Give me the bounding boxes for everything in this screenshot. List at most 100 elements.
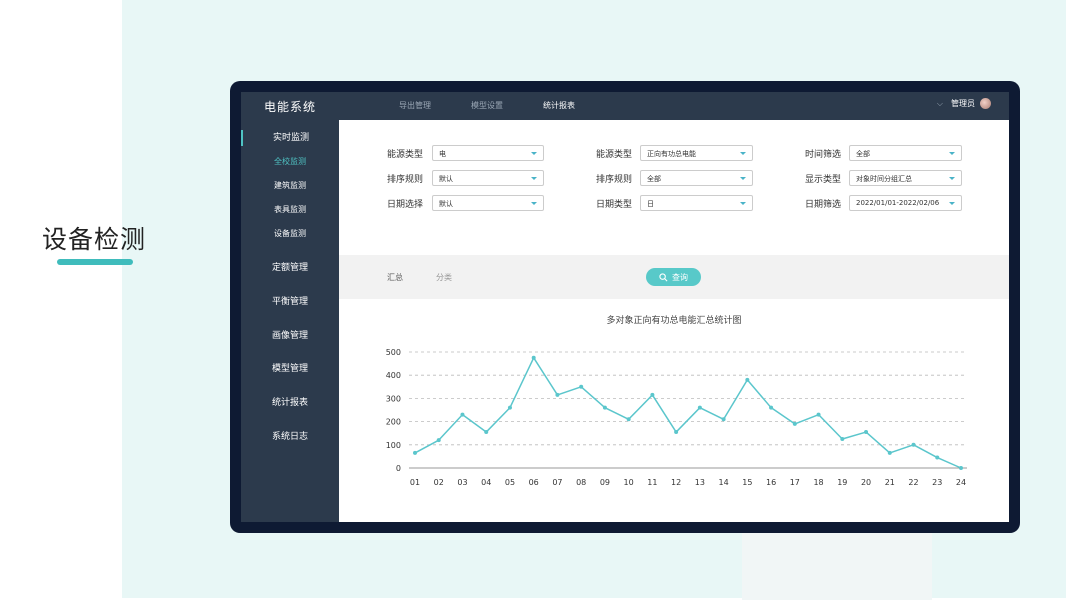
data-point <box>792 421 797 426</box>
sidebar-item-realtime-monitoring[interactable]: 实时监测 <box>241 130 339 146</box>
x-tick-label: 06 <box>529 478 539 487</box>
select-value: 全部 <box>647 175 661 183</box>
caret-down-icon <box>531 152 537 155</box>
x-tick-label: 23 <box>932 478 942 487</box>
x-tick-label: 18 <box>813 478 823 487</box>
y-tick-label: 200 <box>386 418 401 427</box>
sidebar-item-statistics-report[interactable]: 统计报表 <box>241 395 339 408</box>
search-icon <box>659 272 668 281</box>
x-tick-label: 01 <box>410 478 420 487</box>
x-tick-label: 05 <box>505 478 515 487</box>
sidebar: 实时监测 全校监测 建筑监测 表具监测 设备监测 定额管理 平衡管理 画像管理 … <box>241 120 339 522</box>
x-tick-label: 08 <box>576 478 586 487</box>
x-tick-label: 04 <box>481 478 491 487</box>
date-range-select[interactable]: 2022/01/01-2022/02/06 <box>849 195 962 211</box>
chevron-down-icon: ⌵ <box>936 98 943 108</box>
data-point <box>531 355 536 360</box>
tab-summary[interactable]: 汇总 <box>387 272 403 283</box>
y-tick-label: 400 <box>386 371 401 380</box>
caret-down-icon <box>740 152 746 155</box>
data-point <box>959 466 963 470</box>
x-tick-label: 10 <box>624 478 634 487</box>
x-tick-label: 09 <box>600 478 610 487</box>
avatar <box>980 98 991 109</box>
data-point <box>555 392 560 397</box>
nav-model-settings[interactable]: 模型设置 <box>471 100 503 111</box>
app-title: 电能系统 <box>264 100 317 114</box>
data-point <box>745 377 750 382</box>
data-point <box>840 437 845 441</box>
data-point <box>887 450 892 455</box>
data-point <box>460 412 465 417</box>
select-value: 对象时间分组汇总 <box>856 175 912 183</box>
caret-down-icon <box>949 152 955 155</box>
caret-down-icon <box>740 177 746 180</box>
data-point <box>436 438 441 443</box>
x-tick-label: 24 <box>956 478 966 487</box>
data-point <box>721 417 726 422</box>
caret-down-icon <box>740 202 746 205</box>
sidebar-item-building-monitoring[interactable]: 建筑监测 <box>241 180 339 191</box>
slide-heading: 设备检测 <box>42 225 147 254</box>
x-tick-label: 15 <box>742 478 752 487</box>
time-filter-select[interactable]: 全部 <box>849 145 962 161</box>
select-value: 全部 <box>856 150 870 158</box>
date-select[interactable]: 默认 <box>432 195 544 211</box>
nav-statistics-report[interactable]: 统计报表 <box>543 100 575 111</box>
x-tick-label: 14 <box>719 478 729 487</box>
display-type-select[interactable]: 对象时间分组汇总 <box>849 170 962 186</box>
data-point <box>864 430 869 435</box>
line-chart: 0 100 200 300 400 500 01 02 03 04 05 06 07 08 09 10 11 12… <box>386 348 967 487</box>
top-navbar: 电能系统 导出管理 模型设置 统计报表 ⌵ 管理员 <box>241 92 1009 120</box>
sidebar-item-device-monitoring[interactable]: 设备监测 <box>241 228 339 239</box>
chart-title: 多对象正向有功总电能汇总统计图 <box>606 316 742 326</box>
x-tick-label: 07 <box>552 478 562 487</box>
data-point <box>413 450 417 455</box>
user-name: 管理员 <box>951 99 975 108</box>
x-tick-label: 12 <box>671 478 681 487</box>
tab-category[interactable]: 分类 <box>436 272 452 283</box>
y-tick-label: 0 <box>396 464 401 473</box>
caret-down-icon <box>949 202 955 205</box>
x-tick-label: 02 <box>434 478 444 487</box>
y-tick-label: 500 <box>386 348 401 357</box>
x-tick-label: 13 <box>695 478 705 487</box>
sidebar-item-meter-monitoring[interactable]: 表具监测 <box>241 204 339 215</box>
filter-label-sort-rule: 排序规则 <box>387 175 424 185</box>
y-tick-label: 300 <box>386 394 401 403</box>
query-button[interactable]: 查询 <box>646 268 701 286</box>
data-point <box>697 405 702 410</box>
filter-label-time-filter: 时间筛选 <box>805 150 842 160</box>
filter-label-date-type: 日期类型 <box>596 200 633 210</box>
select-value: 日 <box>647 200 654 208</box>
filter-label-energy-type: 能源类型 <box>387 150 424 160</box>
x-tick-label: 19 <box>837 478 847 487</box>
nav-export-management[interactable]: 导出管理 <box>399 100 431 111</box>
data-point <box>484 430 489 435</box>
sidebar-item-system-log[interactable]: 系统日志 <box>241 429 339 442</box>
select-value: 正向有功总电能 <box>647 150 696 158</box>
heading-underline <box>57 259 133 265</box>
sidebar-item-quota-management[interactable]: 定额管理 <box>241 260 339 273</box>
background-accent-block <box>742 530 932 600</box>
main-content: 能源类型 电 能源类型 正向有功总电能 时间筛选 全部 排序规则 默认 排序规则… <box>339 120 1009 522</box>
x-tick-label: 22 <box>908 478 918 487</box>
data-point <box>650 392 655 397</box>
sidebar-item-campus-monitoring[interactable]: 全校监测 <box>241 156 339 167</box>
x-tick-label: 21 <box>885 478 895 487</box>
sidebar-item-model-management[interactable]: 模型管理 <box>241 361 339 374</box>
sort-scope-select[interactable]: 全部 <box>640 170 753 186</box>
select-value: 电 <box>439 150 446 158</box>
data-point <box>911 442 916 447</box>
series-line <box>414 357 962 469</box>
caret-down-icon <box>531 177 537 180</box>
user-menu[interactable]: ⌵ 管理员 <box>937 98 991 109</box>
data-point <box>674 430 679 435</box>
sidebar-item-profile-management[interactable]: 画像管理 <box>241 328 339 341</box>
date-type-select[interactable]: 日 <box>640 195 753 211</box>
energy-metric-select[interactable]: 正向有功总电能 <box>640 145 753 161</box>
energy-type-select[interactable]: 电 <box>432 145 544 161</box>
sort-rule-select[interactable]: 默认 <box>432 170 544 186</box>
y-tick-label: 100 <box>386 441 401 450</box>
sidebar-item-balance-management[interactable]: 平衡管理 <box>241 294 339 307</box>
